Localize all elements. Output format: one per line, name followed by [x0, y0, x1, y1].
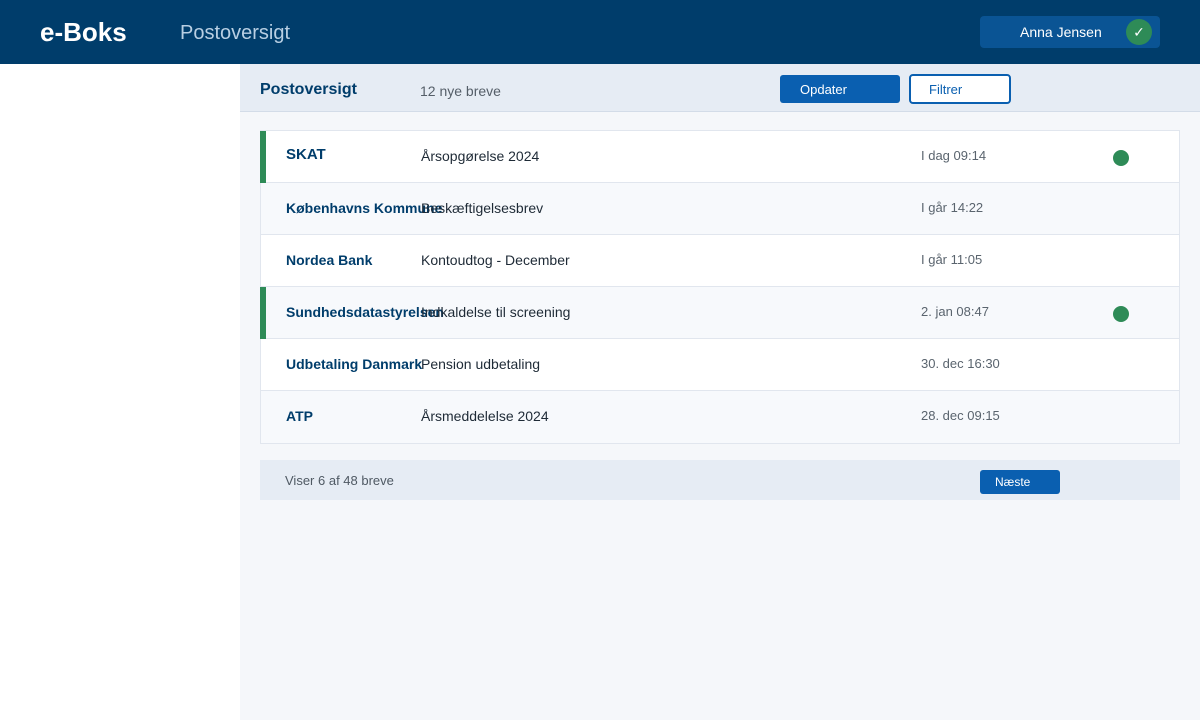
mail-date: I går 11:05	[921, 252, 983, 267]
mail-subject: Beskæftigelsesbrev	[421, 200, 544, 216]
next-page-button[interactable]: Næste	[980, 470, 1060, 494]
unread-indicator-bar	[260, 287, 266, 339]
mail-sender: Nordea Bank	[286, 252, 373, 268]
unread-dot-icon	[1113, 306, 1129, 322]
unread-indicator-bar	[260, 131, 266, 183]
mail-subject: Årsmeddelelse 2024	[421, 408, 549, 424]
mail-date: 28. dec 09:15	[921, 408, 1000, 423]
mail-row[interactable]: ATP Årsmeddelelse 2024 28. dec 09:15	[261, 391, 1179, 443]
user-menu-button[interactable]: Anna Jensen ✓	[980, 16, 1160, 48]
mail-row[interactable]: Nordea Bank Kontoudtog - December I går …	[261, 235, 1179, 287]
mail-date: 2. jan 08:47	[921, 304, 989, 319]
mail-row[interactable]: Udbetaling Danmark Pension udbetaling 30…	[261, 339, 1179, 391]
main-content: Postoversigt 12 nye breve Opdater Filtre…	[240, 64, 1200, 720]
mail-row[interactable]: Københavns Kommune Beskæftigelsesbrev I …	[261, 183, 1179, 235]
section-title: Postoversigt	[260, 81, 357, 98]
top-bar: e-Boks Postoversigt Anna Jensen ✓	[0, 0, 1200, 64]
unread-dot-icon	[1113, 150, 1129, 166]
mail-subject: Pension udbetaling	[421, 356, 541, 372]
filter-button[interactable]: Filtrer	[909, 74, 1011, 104]
page-header-title: Postoversigt	[180, 22, 291, 44]
user-name: Anna Jensen	[1020, 24, 1102, 40]
sidebar	[0, 64, 240, 720]
pagination-bar: Viser 6 af 48 breve Næste	[260, 460, 1180, 500]
mail-subject: Kontoudtog - December	[421, 252, 570, 268]
mail-row[interactable]: Sundhedsdatastyrelsen Indkaldelse til sc…	[260, 287, 1179, 339]
refresh-button[interactable]: Opdater	[780, 75, 900, 103]
mail-row[interactable]: SKAT Årsopgørelse 2024 I dag 09:14	[260, 131, 1179, 183]
mail-list: SKAT Årsopgørelse 2024 I dag 09:14 Køben…	[260, 130, 1180, 444]
new-mail-count: 12 nye breve	[420, 83, 501, 99]
mail-sender: Københavns Kommune	[286, 200, 443, 216]
pagination-status: Viser 6 af 48 breve	[285, 473, 394, 488]
mail-sender: SKAT	[286, 146, 326, 163]
app-logo[interactable]: e-Boks	[40, 16, 127, 48]
mail-sender: Udbetaling Danmark	[286, 356, 423, 372]
mail-date: I dag 09:14	[921, 148, 987, 163]
mail-subject: Indkaldelse til screening	[421, 304, 571, 320]
mail-sender: ATP	[286, 408, 313, 424]
mail-subject: Årsopgørelse 2024	[421, 148, 540, 164]
check-icon: ✓	[1126, 19, 1152, 45]
mail-date: 30. dec 16:30	[921, 356, 1000, 371]
mail-date: I går 14:22	[921, 200, 984, 215]
toolbar: Postoversigt 12 nye breve Opdater Filtre…	[240, 64, 1200, 112]
